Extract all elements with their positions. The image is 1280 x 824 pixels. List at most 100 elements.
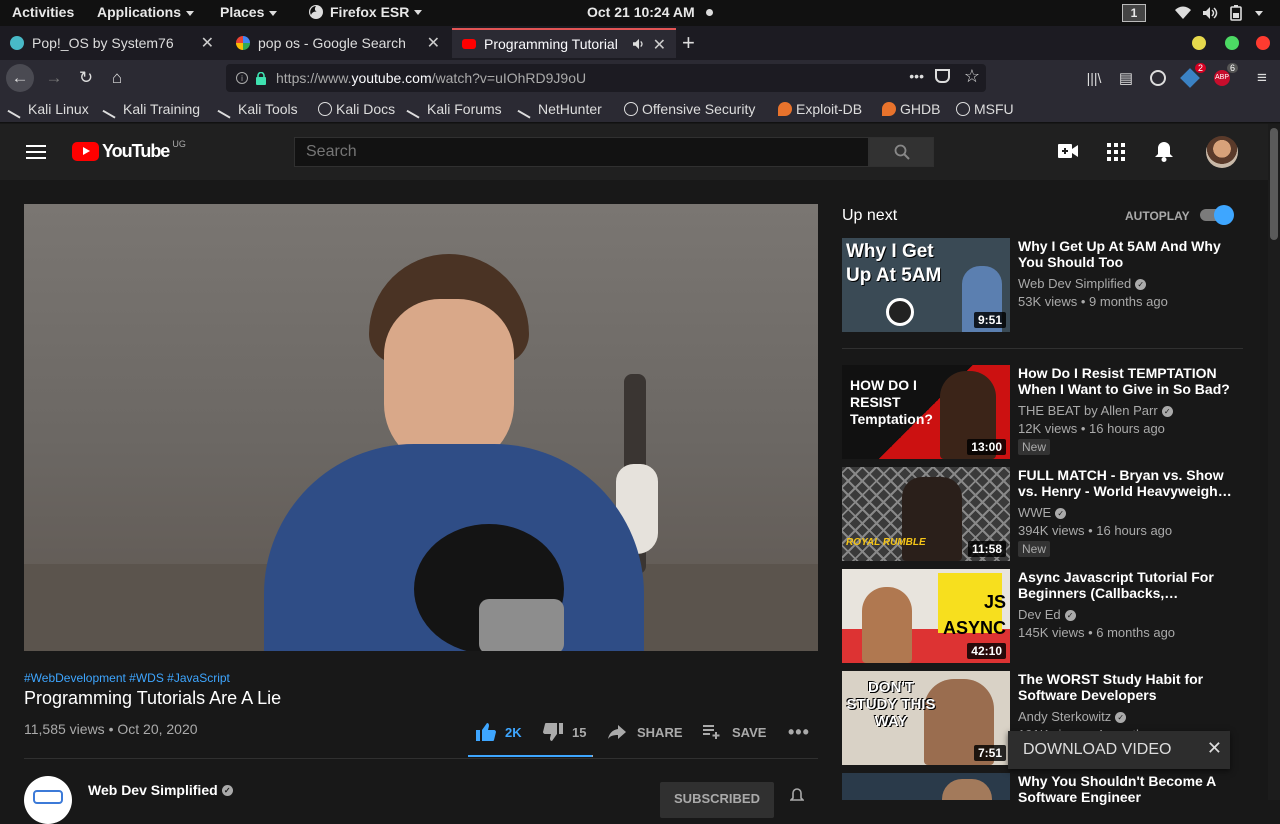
forward-arrow-icon[interactable]: → bbox=[40, 64, 68, 92]
bookmark-item[interactable]: Kali Docs bbox=[318, 101, 395, 117]
thumbnail-text: DON'T STUDY THIS WAY bbox=[846, 679, 936, 730]
hashtags[interactable]: #WebDevelopment #WDS #JavaScript bbox=[24, 671, 230, 685]
account-icon[interactable] bbox=[1144, 64, 1172, 92]
pocket-icon[interactable] bbox=[935, 69, 950, 83]
sidebar-video-title[interactable]: The WORST Study Habit for Software Devel… bbox=[1018, 671, 1238, 703]
places-menu[interactable]: Places bbox=[220, 4, 278, 20]
wifi-icon[interactable] bbox=[1175, 6, 1191, 20]
video-thumbnail[interactable] bbox=[842, 773, 1010, 800]
adblock-icon[interactable]: ABP 6 bbox=[1208, 63, 1238, 92]
create-video-icon[interactable] bbox=[1058, 144, 1078, 158]
like-button[interactable]: 2K bbox=[476, 722, 522, 742]
bookmark-item[interactable]: Kali Training bbox=[102, 99, 200, 119]
places-label: Places bbox=[220, 4, 265, 20]
sidebar-video-title[interactable]: How Do I Resist TEMPTATION When I Want t… bbox=[1018, 365, 1238, 397]
info-icon[interactable]: i bbox=[236, 72, 248, 84]
subscribed-button[interactable]: SUBSCRIBED bbox=[660, 782, 774, 818]
video-thumbnail[interactable]: Why I Get Up At 5AM 9:51 bbox=[842, 238, 1010, 332]
save-button[interactable]: SAVE bbox=[703, 722, 766, 742]
kali-dragon-icon bbox=[517, 99, 537, 119]
video-player[interactable] bbox=[24, 204, 818, 651]
close-window-button[interactable] bbox=[1256, 36, 1270, 50]
activities-button[interactable]: Activities bbox=[12, 4, 74, 20]
channel-name[interactable]: Web Dev Simplified ✓ bbox=[88, 782, 233, 798]
back-arrow-icon[interactable]: ← bbox=[6, 64, 34, 92]
minimize-button[interactable] bbox=[1192, 36, 1206, 50]
download-video-label[interactable]: DOWNLOAD VIDEO bbox=[1023, 741, 1171, 759]
guide-menu-icon[interactable] bbox=[26, 145, 46, 159]
url-bar[interactable]: i https://www.youtube.com/watch?v=uIOhRD… bbox=[226, 64, 986, 92]
new-tab-plus-icon[interactable]: + bbox=[682, 30, 695, 56]
url-text: https://www.youtube.com/watch?v=uIOhRD9J… bbox=[276, 70, 587, 86]
bookmark-item[interactable]: Kali Tools bbox=[217, 99, 298, 119]
maximize-button[interactable] bbox=[1225, 36, 1239, 50]
close-icon[interactable]: ✕ bbox=[1207, 738, 1222, 759]
sidebar-icon[interactable]: ▤ bbox=[1112, 64, 1140, 92]
battery-icon[interactable] bbox=[1229, 5, 1243, 21]
autoplay-toggle[interactable] bbox=[1200, 205, 1236, 225]
reload-icon[interactable]: ↻ bbox=[72, 64, 100, 92]
sidebar-channel[interactable]: WWE ✓ bbox=[1018, 505, 1067, 520]
close-icon[interactable]: ✕ bbox=[201, 33, 214, 53]
sidebar-channel[interactable]: Andy Sterkowitz ✓ bbox=[1018, 709, 1127, 724]
exploit-db-icon bbox=[778, 102, 792, 116]
bookmark-item[interactable]: MSFU bbox=[956, 101, 1014, 117]
bookmark-item[interactable]: Kali Linux bbox=[7, 99, 89, 119]
scrollbar-thumb[interactable] bbox=[1270, 128, 1278, 240]
close-icon[interactable]: ✕ bbox=[427, 33, 440, 53]
notifications-bell-icon[interactable] bbox=[1155, 141, 1173, 162]
share-button[interactable]: SHARE bbox=[608, 722, 683, 742]
download-video-popup[interactable]: DOWNLOAD VIDEO ✕ bbox=[1008, 731, 1230, 769]
avatar[interactable] bbox=[1206, 136, 1238, 168]
notification-bell-icon[interactable] bbox=[790, 788, 804, 804]
extension-puzzle-icon[interactable]: 2 bbox=[1176, 63, 1206, 92]
sidebar-video-title[interactable]: Why You Shouldn't Become A Software Engi… bbox=[1018, 773, 1238, 805]
youtube-logo[interactable]: YouTube UG bbox=[72, 139, 186, 162]
bookmark-item[interactable]: NetHunter bbox=[517, 99, 602, 119]
video-thumbnail[interactable]: ROYAL RUMBLE 11:58 bbox=[842, 467, 1010, 561]
bookmark-item[interactable]: Exploit-DB bbox=[778, 101, 862, 117]
tab-pop-os[interactable]: Pop!_OS by System76 ✕ bbox=[0, 28, 224, 58]
bookmark-star-icon[interactable]: ☆ bbox=[964, 66, 980, 87]
page-scrollbar[interactable] bbox=[1268, 124, 1280, 800]
applications-menu[interactable]: Applications bbox=[97, 4, 195, 20]
video-duration: 7:51 bbox=[973, 745, 1006, 761]
sidebar-channel[interactable]: Web Dev Simplified ✓ bbox=[1018, 276, 1147, 291]
tab-google-search[interactable]: pop os - Google Search ✕ bbox=[226, 28, 450, 58]
bookmark-item[interactable]: GHDB bbox=[882, 101, 940, 117]
bookmark-item[interactable]: Offensive Security bbox=[624, 101, 755, 117]
thumbnail-wrestler bbox=[902, 477, 962, 561]
video-thumbnail[interactable]: DON'T STUDY THIS WAY 7:51 bbox=[842, 671, 1010, 765]
page-actions-icon[interactable]: ••• bbox=[909, 68, 924, 84]
channel-avatar[interactable] bbox=[24, 776, 72, 824]
lock-icon[interactable] bbox=[256, 71, 266, 85]
channel-name-text: Web Dev Simplified bbox=[88, 782, 218, 798]
close-icon[interactable]: ✕ bbox=[653, 35, 666, 55]
speaker-icon[interactable] bbox=[632, 38, 646, 50]
tab-label: pop os - Google Search bbox=[258, 35, 406, 51]
more-actions-icon[interactable]: ••• bbox=[788, 722, 810, 742]
workspace-indicator[interactable]: 1 bbox=[1122, 4, 1146, 22]
dislike-button[interactable]: 15 bbox=[543, 722, 586, 742]
video-thumbnail[interactable]: HOW DO I RESIST Temptation? 13:00 bbox=[842, 365, 1010, 459]
home-icon[interactable]: ⌂ bbox=[103, 64, 131, 92]
volume-icon[interactable] bbox=[1202, 6, 1218, 20]
library-icon[interactable]: |||\ bbox=[1080, 64, 1108, 92]
search-input[interactable] bbox=[294, 137, 869, 167]
sidebar-video-meta: 145K views • 6 months ago bbox=[1018, 625, 1176, 640]
sidebar-video-title[interactable]: Async Javascript Tutorial For Beginners … bbox=[1018, 569, 1238, 601]
search-button[interactable] bbox=[869, 137, 934, 167]
system-menu-chevron-icon[interactable] bbox=[1255, 11, 1263, 16]
hamburger-menu-icon[interactable]: ≡ bbox=[1248, 64, 1276, 92]
app-menu[interactable]: Firefox ESR bbox=[308, 4, 423, 20]
sidebar-channel[interactable]: THE BEAT by Allen Parr ✓ bbox=[1018, 403, 1173, 418]
apps-grid-icon[interactable] bbox=[1107, 143, 1125, 161]
sidebar-channel[interactable]: Dev Ed ✓ bbox=[1018, 607, 1076, 622]
thumbnail-text: Why I Get Up At 5AM bbox=[846, 241, 942, 286]
bookmark-item[interactable]: Kali Forums bbox=[406, 99, 502, 119]
sidebar-video-title[interactable]: FULL MATCH - Bryan vs. Show vs. Henry - … bbox=[1018, 467, 1238, 499]
clock[interactable]: Oct 21 10:24 AM bbox=[587, 4, 695, 20]
tab-youtube-active[interactable]: Programming Tutorial ✕ bbox=[452, 28, 676, 58]
sidebar-video-title[interactable]: Why I Get Up At 5AM And Why You Should T… bbox=[1018, 238, 1238, 270]
video-thumbnail[interactable]: JS ASYNC 42:10 bbox=[842, 569, 1010, 663]
